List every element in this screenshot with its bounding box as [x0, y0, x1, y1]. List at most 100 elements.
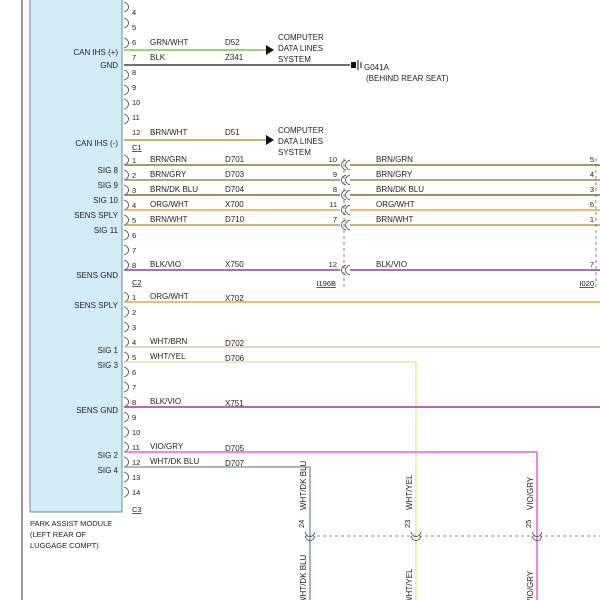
c3-pin-9: 9 — [132, 413, 136, 422]
c2-side-8: SENS GND — [76, 271, 118, 280]
computer-data-lines-1b: DATA LINES — [278, 44, 323, 53]
c2-wire-color-3: BRN/DK BLU — [150, 185, 198, 194]
c2-pin-7: 7 — [132, 246, 136, 255]
ground-name: G041A — [364, 63, 390, 72]
c3-pin-10: 10 — [132, 428, 140, 437]
c2-wire-circuit-1: D701 — [225, 155, 245, 164]
c1-name: C1 — [132, 143, 142, 152]
c3-pin-14: 14 — [132, 488, 140, 497]
c2-inline-pin-3: 8 — [333, 185, 337, 194]
module-label-line-3: LUGGAGE COMPT) — [30, 541, 99, 550]
can-ihs-minus-label: CAN IHS (-) — [75, 139, 118, 148]
vertical-label-2: VIO/GRY — [526, 476, 535, 510]
ground-symbol — [351, 62, 356, 68]
c3-side-8: SENS GND — [76, 406, 118, 415]
c2-side-4: SENS SPLY — [74, 211, 119, 220]
c3-wire-circuit-8: X751 — [225, 399, 244, 408]
computer-data-lines-1c: SYSTEM — [278, 55, 311, 64]
c3-wire-color-8: BLK/VIO — [150, 397, 181, 406]
c3-pin-11: 11 — [132, 443, 140, 452]
c2-far-color-1: BRN/GRN — [376, 155, 413, 164]
c3-pin-6: 6 — [132, 368, 136, 377]
can-ihs-plus-label: CAN IHS (+) — [73, 48, 118, 57]
ground-note: (BEHIND REAR SEAT) — [366, 74, 449, 83]
computer-data-lines-1a: COMPUTER — [278, 33, 324, 42]
park-assist-module-box — [29, 0, 123, 513]
c2-wire-color-5: BRN/WHT — [150, 215, 187, 224]
c2-far-color-4: ORG/WHT — [376, 200, 415, 209]
c2-side-3: SIG 10 — [93, 196, 118, 205]
vertical-bottom-label-1: WHT/YEL — [405, 568, 414, 600]
c1-pin-9: 9 — [132, 83, 136, 92]
c2-pin-6: 6 — [132, 231, 136, 240]
wiring-diagram: PARK ASSIST MODULE (LEFT REAR OF LUGGAGE… — [21, 0, 600, 600]
vertical-label-1: WHT/YEL — [405, 474, 414, 510]
c2-wire-circuit-8: X750 — [225, 260, 244, 269]
c3-wire-circuit-1: X702 — [225, 294, 244, 303]
c2-wire-circuit-3: D704 — [225, 185, 245, 194]
c3-wire-color-12: WHT/DK BLU — [150, 457, 200, 466]
c2-far-pin-8: 7 — [590, 260, 594, 269]
c1-pin-5: 5 — [132, 23, 136, 32]
c2-wire-circuit-5: D710 — [225, 215, 245, 224]
vertical-bottom-label-2: VIO/GRY — [526, 570, 535, 600]
wire-d51-color: BRN/WHT — [150, 128, 187, 137]
c2-wire-color-4: ORG/WHT — [150, 200, 189, 209]
c2-pin-4: 4 — [132, 201, 136, 210]
vertical-label-0: WHT/DK BLU — [299, 460, 308, 510]
wire-d51-circuit: D51 — [225, 128, 240, 137]
c2-wire-circuit-2: D703 — [225, 170, 245, 179]
c2-pin-8: 8 — [132, 261, 136, 270]
c2-pin-2: 2 — [132, 171, 136, 180]
c2-far-color-5: BRN/WHT — [376, 215, 413, 224]
c2-wire-circuit-4: X700 — [225, 200, 244, 209]
c2-far-pin-2: 4 — [590, 170, 594, 179]
c2-far-color-2: BRN/GRY — [376, 170, 413, 179]
c2-far-pin-3: 3 — [590, 185, 594, 194]
c2-far-pin-5: 1 — [590, 215, 594, 224]
computer-data-lines-2b: DATA LINES — [278, 137, 323, 146]
vertical-pin-23: 23 — [403, 520, 412, 528]
c1-pin-11: 11 — [132, 113, 140, 122]
vertical-pin-25: 25 — [524, 520, 533, 528]
c1-pin-7: 7 — [132, 53, 136, 62]
computer-data-lines-2c: SYSTEM — [278, 148, 311, 157]
inline-connector-name: I196B — [316, 279, 336, 288]
arrow-d51 — [266, 135, 274, 145]
arrow-d52 — [266, 45, 274, 55]
c1-pin-12: 12 — [132, 128, 140, 137]
c2-pin-5: 5 — [132, 216, 136, 225]
vertical-bottom-label-0: WHT/DK BLU — [299, 554, 308, 600]
c3-wire-circuit-4: D702 — [225, 339, 245, 348]
c2-side-5: SIG 11 — [94, 226, 119, 235]
connector-c1: 4 5 6 CAN IHS (+) GRN/WHT D52 COMPUTER D… — [73, 1, 449, 157]
c3-wire-circuit-12: D707 — [225, 459, 245, 468]
computer-data-lines-2a: COMPUTER — [278, 126, 324, 135]
c2-far-color-8: BLK/VIO — [376, 260, 407, 269]
c3-pin-2: 2 — [132, 308, 136, 317]
c2-side-2: SIG 9 — [98, 181, 119, 190]
c1-pin-6: 6 — [132, 38, 136, 47]
c2-pin-1: 1 — [132, 156, 136, 165]
c3-wire-color-4: WHT/BRN — [150, 337, 188, 346]
c2-far-pin-1: 5 — [590, 155, 594, 164]
c3-side-4: SIG 1 — [98, 346, 119, 355]
c3-pin-4: 4 — [132, 338, 136, 347]
c3-wire-circuit-5: D706 — [225, 354, 245, 363]
c2-wire-color-1: BRN/GRN — [150, 155, 187, 164]
c2-name: C2 — [132, 278, 142, 287]
c3-pin-12: 12 — [132, 458, 140, 467]
vertical-pin-24: 24 — [297, 520, 306, 528]
c1-pin-10: 10 — [132, 98, 140, 107]
c3-side-11: SIG 2 — [98, 451, 119, 460]
c2-far-color-3: BRN/DK BLU — [376, 185, 424, 194]
c2-inline-pin-4: 11 — [329, 200, 337, 209]
c2-inline-pin-8: 12 — [329, 260, 337, 269]
wire-d52-circuit: D52 — [225, 38, 240, 47]
c3-wire-color-5: WHT/YEL — [150, 352, 186, 361]
c3-pin-3: 3 — [132, 323, 136, 332]
c3-side-12: SIG 4 — [98, 466, 119, 475]
module-label-line-2: (LEFT REAR OF — [30, 530, 87, 539]
c3-name: C3 — [132, 505, 142, 514]
c3-pin-13: 13 — [132, 473, 140, 482]
